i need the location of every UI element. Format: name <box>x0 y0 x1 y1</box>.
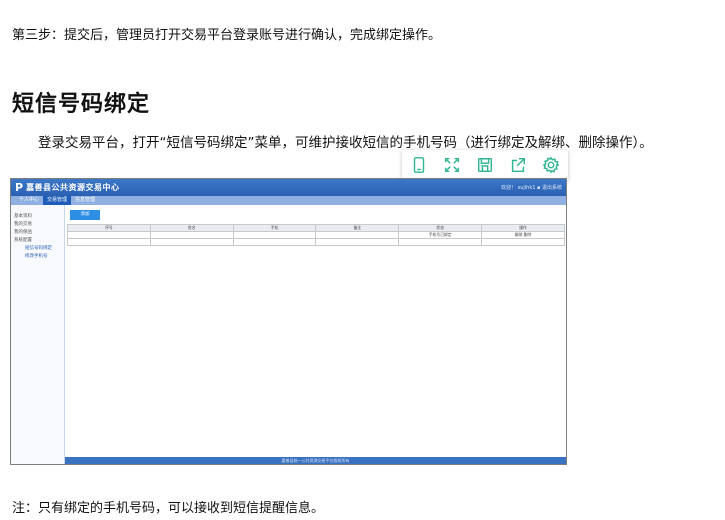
col-header: 序号 <box>67 224 151 232</box>
sidebar-subitem: 短信号码绑定 <box>25 246 52 251</box>
embedded-screenshot: P 嘉善县公共资源交易中心 欢迎！ sujihk1 ▪ 退出系统 个人中心 交易… <box>10 178 567 465</box>
section-title: 短信号码绑定 <box>12 91 151 117</box>
sidebar-item: 系统配置 <box>14 238 32 243</box>
add-button: 添加 <box>70 210 100 220</box>
table-cell <box>149 231 234 239</box>
description-text: 登录交易平台，打开“短信号码绑定”菜单，可维护接收短信的手机号码（进行绑定及解绑… <box>38 135 653 151</box>
table-cell <box>315 231 400 239</box>
sidebar-item: 基本资料 <box>14 214 32 219</box>
share-icon[interactable] <box>507 154 529 176</box>
col-header: 备注 <box>315 224 400 232</box>
fullscreen-icon[interactable] <box>441 154 463 176</box>
app-main: 添加 序号 姓名 手机 备注 状态 操作 手机号已绑定 解绑 删除 嘉善县统一公… <box>65 205 566 464</box>
col-header: 状态 <box>398 224 483 232</box>
table-cell: 解绑 删除 <box>481 231 565 239</box>
app-header: P 嘉善县公共资源交易中心 欢迎！ sujihk1 ▪ 退出系统 <box>11 179 566 196</box>
sidebar-item: 我的保函 <box>14 230 32 235</box>
settings-icon[interactable] <box>540 154 562 176</box>
col-header: 手机 <box>232 224 317 232</box>
app-footer: 嘉善县统一公共资源交易平台版权所有 <box>65 457 566 464</box>
app-logo: P <box>15 181 24 194</box>
col-header: 操作 <box>481 224 565 232</box>
app-title: 嘉善县公共资源交易中心 <box>26 183 120 192</box>
table-cell: 手机号已绑定 <box>398 231 483 239</box>
step-3-text: 第三步：提交后，管理员打开交易平台登录账号进行确认，完成绑定操作。 <box>12 28 442 43</box>
sidebar-subitem: 修改手机号 <box>25 254 48 259</box>
table-cell <box>67 231 151 239</box>
table-cell <box>232 231 317 239</box>
table-row <box>67 238 565 246</box>
note-text: 注：只有绑定的手机号码，可以接收到短信提醒信息。 <box>12 501 325 516</box>
binding-table: 序号 姓名 手机 备注 状态 操作 手机号已绑定 解绑 删除 <box>67 224 565 246</box>
sidebar-item: 我的交易 <box>14 222 32 227</box>
nav-tab-trade: 交易管理 <box>43 196 72 205</box>
table-row: 手机号已绑定 解绑 删除 <box>67 231 565 239</box>
image-toolbar <box>402 150 568 180</box>
save-icon[interactable] <box>474 154 496 176</box>
col-header: 姓名 <box>149 224 234 232</box>
app-sidebar: 基本资料 我的交易 我的保函 系统配置 短信号码绑定 修改手机号 <box>11 205 65 464</box>
app-nav: 个人中心 交易管理 信息管理 <box>11 196 566 205</box>
nav-tab-info: 信息管理 <box>75 197 96 203</box>
user-info: 欢迎！ sujihk1 ▪ 退出系统 <box>501 185 562 191</box>
nav-tab-personal: 个人中心 <box>19 197 40 203</box>
phone-icon[interactable] <box>408 154 430 176</box>
